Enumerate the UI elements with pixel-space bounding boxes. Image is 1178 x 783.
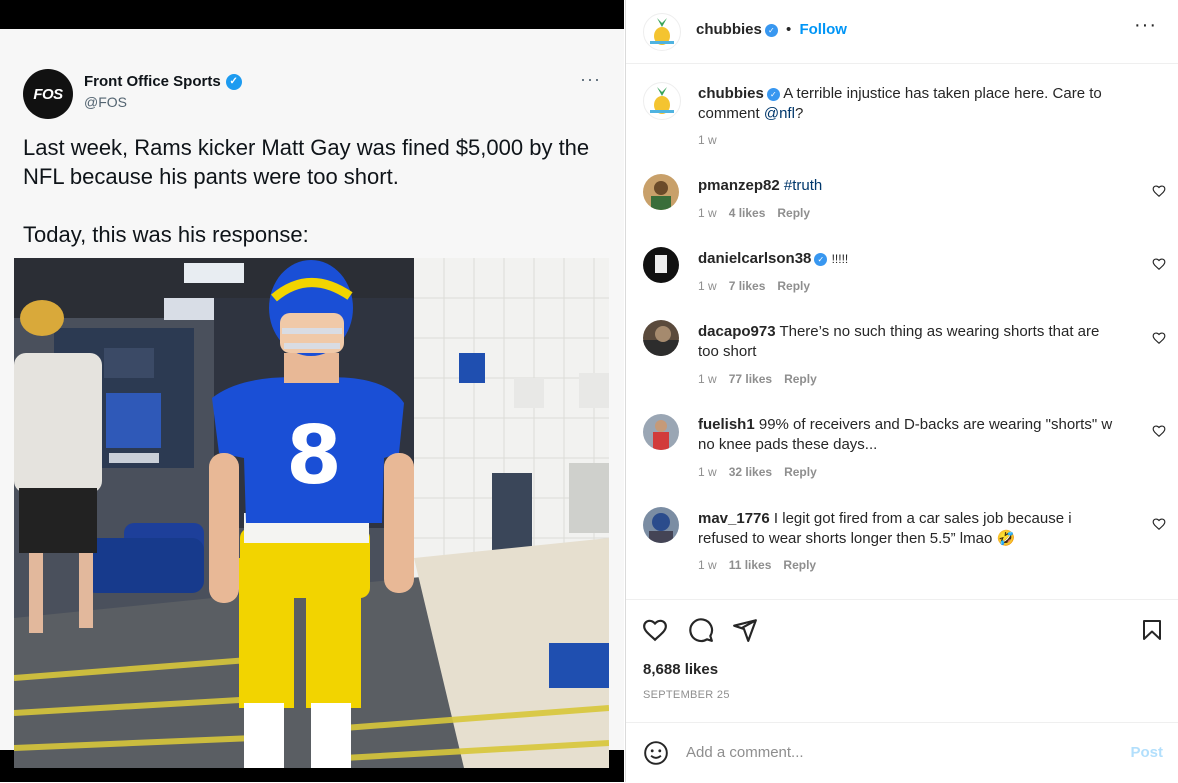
comment-meta: 1 w 4 likes Reply <box>698 206 822 220</box>
comment-username[interactable]: pmanzep82 <box>698 177 780 194</box>
caption-avatar[interactable] <box>643 82 681 120</box>
tweet-photo: 8 <box>14 258 609 768</box>
comment-avatar[interactable] <box>643 174 679 210</box>
tweet-more-icon: ··· <box>580 69 601 89</box>
comment-time: 1 w <box>698 465 717 479</box>
comment-avatar[interactable] <box>643 320 679 356</box>
tweet-text: Last week, Rams kicker Matt Gay was fine… <box>23 135 590 247</box>
caption-end: ? <box>794 105 804 122</box>
post-date: SEPTEMBER 25 <box>643 689 730 701</box>
verified-icon: ✓ <box>225 73 242 90</box>
post-media[interactable]: FOS Front Office Sports ✓ @FOS ··· Last … <box>0 0 624 782</box>
comment-likes[interactable]: 11 likes <box>729 558 772 572</box>
comment-time: 1 w <box>698 558 717 572</box>
comment-text: pmanzep82 #truth <box>698 176 1118 196</box>
like-icon[interactable] <box>642 617 668 643</box>
caption-username[interactable]: chubbies <box>698 85 764 102</box>
jersey-number: 8 <box>286 409 342 502</box>
post-author-username[interactable]: chubbies <box>696 21 762 38</box>
tweet-author-handle: @FOS <box>84 94 127 110</box>
chubbies-avatar[interactable] <box>643 13 681 51</box>
comment-body: 99% of receivers and D-backs are wearing… <box>698 416 1113 453</box>
tweet-author-name: Front Office Sports ✓ <box>84 73 242 90</box>
save-icon[interactable] <box>1140 617 1164 643</box>
comment-likes[interactable]: 7 likes <box>729 279 766 293</box>
reply-button[interactable]: Reply <box>784 372 817 386</box>
like-comment-icon[interactable] <box>1152 517 1166 531</box>
reply-button[interactable]: Reply <box>783 558 816 572</box>
comment-text: danielcarlson38 ✓ !!!!! <box>698 249 1118 269</box>
comment-likes[interactable]: 32 likes <box>729 465 772 479</box>
post-panel: chubbies ✓ • Follow ··· chubbies ✓ A terri… <box>625 0 1178 782</box>
like-comment-icon[interactable] <box>1152 331 1166 345</box>
caption-time-text: 1 w <box>698 133 717 147</box>
action-bar <box>626 599 1178 643</box>
comment-time: 1 w <box>698 206 717 220</box>
like-comment-icon[interactable] <box>1152 184 1166 198</box>
tweet-card: FOS Front Office Sports ✓ @FOS ··· Last … <box>0 29 624 768</box>
tweet-author-name-text: Front Office Sports <box>84 73 221 90</box>
reply-button[interactable]: Reply <box>784 465 817 479</box>
post-author: chubbies ✓ • Follow <box>696 21 847 38</box>
verified-icon: ✓ <box>766 88 780 101</box>
comment-username[interactable]: mav_1776 <box>698 510 770 527</box>
like-comment-icon[interactable] <box>1152 257 1166 271</box>
verified-icon: ✓ <box>764 24 778 37</box>
comment-meta: 1 w 11 likes Reply <box>698 558 828 572</box>
follow-button[interactable]: Follow <box>799 21 847 38</box>
tweet-avatar: FOS <box>23 69 73 119</box>
like-comment-icon[interactable] <box>1152 424 1166 438</box>
more-options-icon[interactable]: ··· <box>1134 14 1157 37</box>
comment-meta: 1 w 77 likes Reply <box>698 372 829 386</box>
comment-time: 1 w <box>698 279 717 293</box>
reply-button[interactable]: Reply <box>777 206 810 220</box>
comment-username[interactable]: dacapo973 <box>698 323 776 340</box>
verified-icon: ✓ <box>814 253 828 266</box>
hashtag-link[interactable]: #truth <box>784 177 822 194</box>
comment-meta: 1 w 32 likes Reply <box>698 465 829 479</box>
comment-input[interactable]: Add a comment... <box>686 744 804 761</box>
caption-time: 1 w <box>698 133 729 147</box>
comment-avatar[interactable] <box>643 507 679 543</box>
share-icon[interactable] <box>732 617 758 643</box>
comment-text: fuelish1 99% of receivers and D-backs ar… <box>698 415 1118 455</box>
caption-text: chubbies ✓ A terrible injustice has taken… <box>698 84 1118 124</box>
comment-likes[interactable]: 4 likes <box>729 206 766 220</box>
likes-count[interactable]: 8,688 likes <box>643 661 718 678</box>
comment-username[interactable]: danielcarlson38 <box>698 250 811 267</box>
comment-avatar[interactable] <box>643 247 679 283</box>
comment-meta: 1 w 7 likes Reply <box>698 279 822 293</box>
comment-time: 1 w <box>698 372 717 386</box>
reply-button[interactable]: Reply <box>777 279 810 293</box>
comment-text: dacapo973 There’s no such thing as weari… <box>698 322 1118 362</box>
mention-link[interactable]: @nfl <box>764 105 795 122</box>
post-header: chubbies ✓ • Follow ··· <box>626 0 1178 64</box>
comment-body: !!!!! <box>831 252 849 266</box>
separator-dot: • <box>786 21 792 38</box>
emoji-icon[interactable] <box>643 740 669 766</box>
comment-username[interactable]: fuelish1 <box>698 416 755 433</box>
add-comment-bar: Add a comment... Post <box>626 722 1178 783</box>
comment-avatar[interactable] <box>643 414 679 450</box>
comment-text: mav_1776 I legit got fired from a car sa… <box>698 509 1118 549</box>
comment-icon[interactable] <box>688 617 714 643</box>
post-button[interactable]: Post <box>1130 744 1163 761</box>
comment-likes[interactable]: 77 likes <box>729 372 772 386</box>
